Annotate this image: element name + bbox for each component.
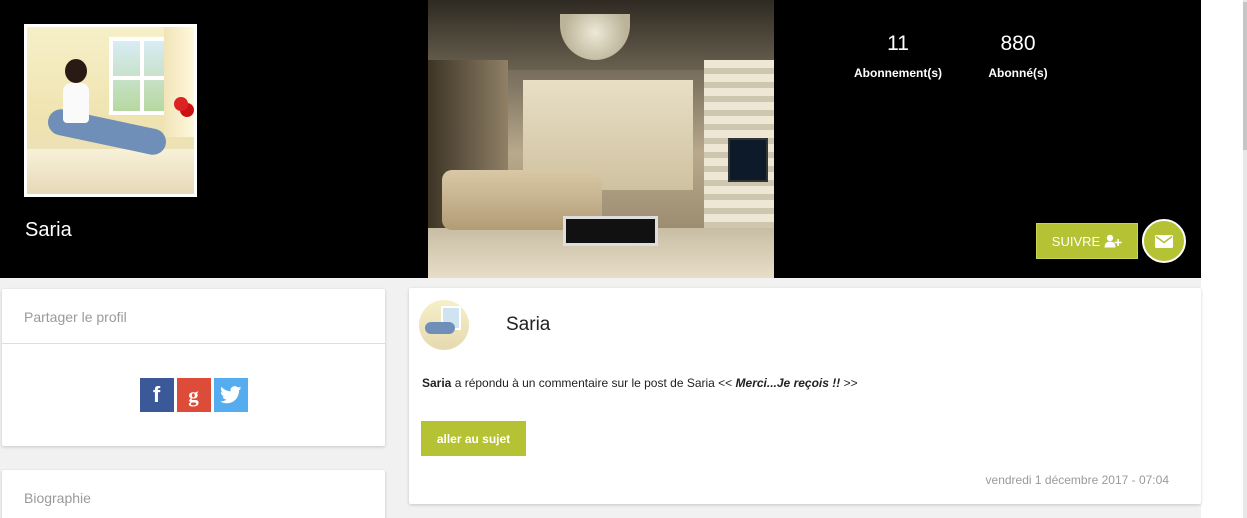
goto-topic-button[interactable]: aller au sujet (421, 421, 526, 456)
bio-title: Biographie (24, 490, 91, 506)
activity-date: vendredi 1 décembre 2017 - 07:04 (985, 473, 1169, 487)
share-title: Partager le profil (2, 289, 385, 344)
author-avatar[interactable] (419, 300, 469, 350)
facebook-icon[interactable]: f (139, 378, 174, 412)
activity-card: Saria Saria a répondu à un commentaire s… (409, 288, 1201, 504)
profile-name: Saria (25, 219, 72, 241)
share-profile-card: Partager le profil f g (2, 289, 385, 446)
follow-label: SUIVRE (1051, 233, 1101, 249)
google-plus-icon[interactable]: g (176, 378, 211, 412)
twitter-icon[interactable] (213, 378, 248, 412)
activity-closing: >> (840, 376, 858, 390)
stat-subscriptions[interactable]: 11 Abonnement(s) (853, 32, 943, 80)
stat-label: Abonnement(s) (854, 66, 942, 80)
biography-card: Biographie (2, 470, 385, 518)
avatar-illustration (27, 27, 194, 194)
stat-label: Abonné(s) (988, 66, 1048, 80)
twitter-bird-icon (219, 386, 241, 404)
profile-header: Saria 11 Abonnement(s) 880 Abonné(s) SUI… (0, 0, 1201, 278)
follow-button[interactable]: SUIVRE (1036, 223, 1138, 259)
stat-subscribers[interactable]: 880 Abonné(s) (987, 32, 1049, 80)
envelope-icon (1155, 234, 1173, 248)
stat-value: 880 (1000, 32, 1036, 55)
activity-quote: Merci...Je reçois !! (735, 376, 841, 390)
message-button[interactable] (1142, 219, 1186, 263)
activity-actor: Saria (422, 376, 452, 390)
author-name[interactable]: Saria (506, 314, 550, 336)
cover-image (428, 0, 774, 278)
share-icons: f g (2, 378, 385, 412)
right-gutter (1201, 0, 1247, 518)
profile-avatar (24, 24, 197, 197)
user-plus-icon (1104, 234, 1122, 248)
scrollbar-thumb[interactable] (1243, 2, 1247, 150)
activity-text: Saria a répondu à un commentaire sur le … (422, 376, 858, 390)
activity-message: a répondu à un commentaire sur le post d… (451, 376, 736, 390)
stat-value: 11 (887, 32, 909, 55)
